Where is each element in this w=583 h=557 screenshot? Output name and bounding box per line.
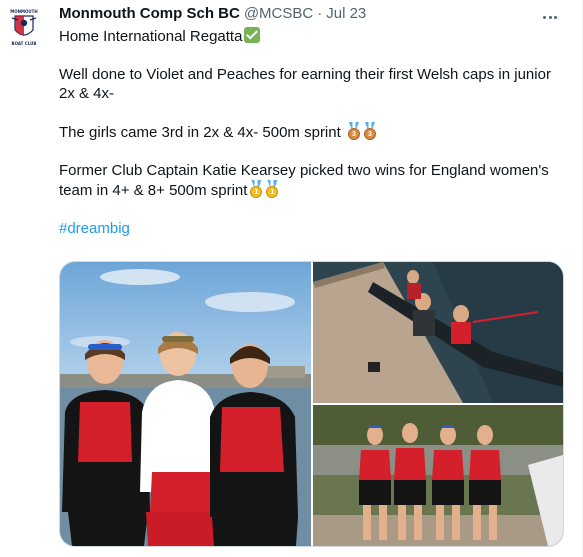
hashtag-link[interactable]: #dreambig <box>59 220 130 237</box>
tweet[interactable]: MONMOUTH BOAT CLUB Monmouth Comp Sch BC … <box>0 0 583 557</box>
text-line: Former Club Captain Katie Kearsey picked… <box>59 162 549 179</box>
more-options-icon[interactable] <box>540 7 560 27</box>
photo-image <box>313 262 563 403</box>
svg-text:MONMOUTH: MONMOUTH <box>10 9 37 14</box>
text-line: Well done to Violet and Peaches for earn… <box>59 66 551 83</box>
photo-boat-pontoon[interactable] <box>313 262 563 403</box>
1st-place-medal-icon: 1 <box>249 180 263 198</box>
media-grid <box>59 261 564 547</box>
photo-rowers-portrait[interactable] <box>60 262 311 546</box>
photo-image <box>60 262 311 546</box>
author-handle[interactable]: @MCSBC <box>244 5 313 22</box>
tweet-body: Monmouth Comp Sch BC @MCSBC · Jul 23 Hom… <box>59 5 564 238</box>
monmouth-boat-club-logo: MONMOUTH BOAT CLUB <box>10 9 37 46</box>
separator: · <box>317 5 323 22</box>
1st-place-medal-icon: 1 <box>265 180 279 198</box>
svg-text:BOAT CLUB: BOAT CLUB <box>12 41 37 46</box>
tweet-header: Monmouth Comp Sch BC @MCSBC · Jul 23 <box>59 5 564 27</box>
3rd-place-medal-icon: 3 <box>347 122 361 140</box>
photo-image <box>313 405 563 546</box>
photo-four-rowers[interactable] <box>313 405 563 546</box>
text-line: #dreambig <box>59 219 564 238</box>
3rd-place-medal-icon: 3 <box>363 122 377 140</box>
text-line: team in 4+ & 8+ 500m sprint 1 1 <box>59 180 564 200</box>
text-line: Home International Regatta <box>59 27 564 46</box>
tweet-date[interactable]: Jul 23 <box>326 5 366 22</box>
avatar[interactable]: MONMOUTH BOAT CLUB <box>8 8 40 48</box>
text-line: 2x & 4x- <box>59 85 115 102</box>
author-name[interactable]: Monmouth Comp Sch BC <box>59 5 240 22</box>
text-line: The girls came 3rd in 2x & 4x- 500m spri… <box>59 122 564 142</box>
check-mark-button-icon <box>244 27 261 43</box>
tweet-text: Home International Regatta Well done to … <box>59 27 564 238</box>
